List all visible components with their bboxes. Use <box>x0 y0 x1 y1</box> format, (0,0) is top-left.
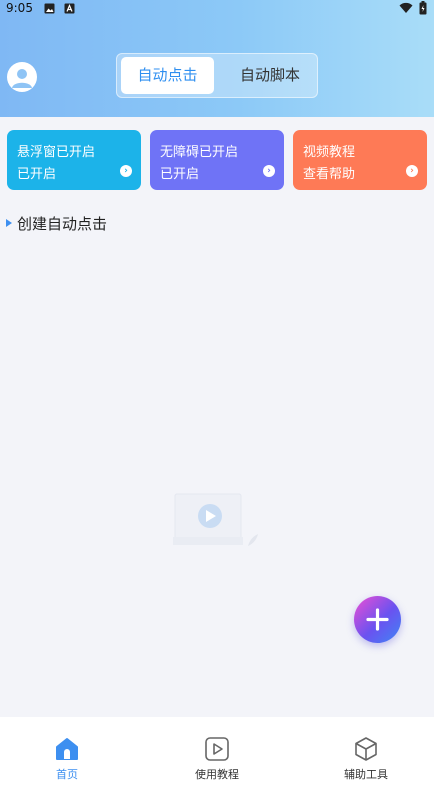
tab-auto-script[interactable]: 自动脚本 <box>225 57 315 94</box>
wifi-icon <box>399 2 413 14</box>
card-title: 无障碍已开启 <box>160 145 239 160</box>
card-status: 已开启 <box>160 167 200 182</box>
mode-tabs: 自动点击 自动脚本 <box>116 53 318 98</box>
nav-label-tutorial: 使用教程 <box>195 768 239 781</box>
bottom-nav: 首页 使用教程 辅助工具 <box>0 717 434 786</box>
avatar[interactable] <box>7 62 37 92</box>
nav-label-home: 首页 <box>56 768 78 781</box>
empty-state-icon <box>173 493 258 546</box>
app-notification-icon <box>64 3 75 14</box>
home-icon <box>56 738 78 760</box>
cube-icon <box>355 737 377 761</box>
card-title: 悬浮窗已开启 <box>17 145 96 160</box>
add-button[interactable] <box>354 596 401 643</box>
card-title: 视频教程 <box>303 145 356 160</box>
floating-window-card[interactable]: 悬浮窗已开启 已开启 › <box>7 130 141 190</box>
nav-tutorial[interactable]: 使用教程 <box>157 717 277 786</box>
status-bar: 9:05 <box>0 0 434 18</box>
card-status: 查看帮助 <box>303 167 356 182</box>
nav-tools[interactable]: 辅助工具 <box>306 717 426 786</box>
chevron-right-icon: › <box>120 165 132 177</box>
chevron-right-icon: › <box>406 165 418 177</box>
video-tutorial-card[interactable]: 视频教程 查看帮助 › <box>293 130 427 190</box>
card-status: 已开启 <box>17 167 57 182</box>
user-icon <box>12 69 32 88</box>
image-notification-icon <box>44 3 55 14</box>
section-header: 创建自动点击 <box>6 213 107 234</box>
status-time: 9:05 <box>6 1 33 15</box>
play-icon <box>205 737 229 761</box>
nav-home[interactable]: 首页 <box>7 717 127 786</box>
section-title: 创建自动点击 <box>17 215 108 233</box>
battery-icon <box>419 1 427 15</box>
nav-label-tools: 辅助工具 <box>344 768 388 781</box>
tab-auto-click[interactable]: 自动点击 <box>121 57 214 94</box>
accessibility-card[interactable]: 无障碍已开启 已开启 › <box>150 130 284 190</box>
triangle-icon <box>6 219 12 227</box>
chevron-right-icon: › <box>263 165 275 177</box>
plus-icon <box>366 608 389 631</box>
